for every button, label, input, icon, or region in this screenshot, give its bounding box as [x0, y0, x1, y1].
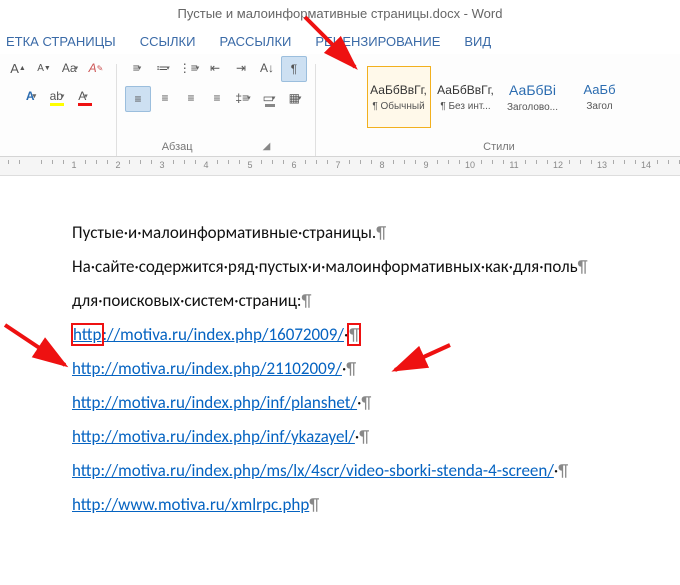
- paragraph[interactable]: http://motiva.ru/index.php/21102009/·¶: [72, 352, 680, 386]
- borders-button[interactable]: ▦▾: [283, 86, 307, 110]
- clear-format-button[interactable]: A✎: [84, 56, 108, 80]
- hyperlink[interactable]: http://motiva.ru/index.php/inf/ykazayel/: [72, 426, 355, 447]
- shading-button[interactable]: ▭▾: [257, 86, 281, 110]
- hyperlink[interactable]: http://www.motiva.ru/xmlrpc.php: [72, 494, 309, 515]
- style-normal[interactable]: АаБбВвГг,¶ Обычный: [367, 66, 431, 128]
- hyperlink[interactable]: http://motiva.ru/index.php/ms/lx/4scr/vi…: [72, 460, 554, 481]
- paragraph[interactable]: Пустые·и·малоинформативные·страницы.¶: [72, 216, 680, 250]
- paragraph[interactable]: http://motiva.ru/index.php/inf/ykazayel/…: [72, 420, 680, 454]
- multilevel-button[interactable]: ⋮≡▾: [177, 56, 201, 80]
- show-pilcrow-button[interactable]: ¶: [281, 56, 307, 82]
- line-spacing-button[interactable]: ‡≡▾: [231, 86, 255, 110]
- style-heading1[interactable]: АаБбВіЗаголово...: [501, 66, 565, 128]
- paragraph[interactable]: http://www.motiva.ru/xmlrpc.php¶: [72, 488, 680, 522]
- highlight-color-bar: [50, 103, 64, 106]
- ruler[interactable]: 123456789101112131415: [0, 157, 680, 176]
- tab-mail[interactable]: РАССЫЛКИ: [219, 34, 291, 49]
- paragraph[interactable]: http://motiva.ru/index.php/16072009/·¶: [72, 318, 680, 352]
- font-group: A▲ A▼ Aa▾ A✎ A▾ ab▾ A▾: [0, 56, 114, 156]
- tab-view[interactable]: ВИД: [464, 34, 491, 49]
- decrease-indent-button[interactable]: ⇤: [203, 56, 227, 80]
- grow-font-button[interactable]: A▲: [6, 56, 30, 80]
- justify-button[interactable]: ≡: [205, 86, 229, 110]
- align-right-button[interactable]: ≡: [179, 86, 203, 110]
- style-heading2[interactable]: АаБбЗагол: [568, 66, 632, 128]
- align-left-button[interactable]: ≡: [125, 86, 151, 112]
- tab-review[interactable]: РЕЦЕНЗИРОВАНИЕ: [315, 34, 440, 49]
- shrink-font-button[interactable]: A▼: [32, 56, 56, 80]
- hyperlink[interactable]: http://motiva.ru/index.php/16072009/: [72, 324, 344, 345]
- tab-page-layout[interactable]: ЕТКА СТРАНИЦЫ: [6, 34, 116, 49]
- paragraph[interactable]: для·поисковых·систем·страниц:¶: [72, 284, 680, 318]
- ribbon: A▲ A▼ Aa▾ A✎ A▾ ab▾ A▾ ≡▾ ≔▾ ⋮≡▾ ⇤ ⇥ A↓: [0, 54, 680, 157]
- increase-indent-button[interactable]: ⇥: [229, 56, 253, 80]
- numbering-button[interactable]: ≔▾: [151, 56, 175, 80]
- bullets-button[interactable]: ≡▾: [125, 56, 149, 80]
- tab-links[interactable]: ССЫЛКИ: [140, 34, 196, 49]
- change-case-button[interactable]: Aa▾: [58, 56, 82, 80]
- paragraph[interactable]: http://motiva.ru/index.php/ms/lx/4scr/vi…: [72, 454, 680, 488]
- document-body[interactable]: Пустые·и·малоинформативные·страницы.¶На·…: [0, 176, 680, 522]
- highlight-button[interactable]: ab▾: [45, 84, 69, 108]
- font-color-bar: [78, 103, 92, 106]
- font-color-button[interactable]: A▾: [71, 84, 95, 108]
- paragraph[interactable]: http://motiva.ru/index.php/inf/planshet/…: [72, 386, 680, 420]
- styles-group-label: Стили: [483, 138, 515, 156]
- window-title: Пустые и малоинформативные страницы.docx…: [0, 0, 680, 28]
- paragraph-group-label: Абзац: [162, 138, 193, 156]
- hyperlink[interactable]: http://motiva.ru/index.php/21102009/: [72, 358, 342, 379]
- style-no-spacing[interactable]: АаБбВвГг,¶ Без инт...: [434, 66, 498, 128]
- styles-group: АаБбВвГг,¶ Обычный АаБбВвГг,¶ Без инт...…: [318, 56, 680, 156]
- align-center-button[interactable]: ≡: [153, 86, 177, 110]
- paragraph-group: ≡▾ ≔▾ ⋮≡▾ ⇤ ⇥ A↓ ¶ ≡ ≡ ≡ ≡ ‡≡▾ ▭▾ ▦▾ Абз…: [119, 56, 313, 156]
- hyperlink[interactable]: http://motiva.ru/index.php/inf/planshet/: [72, 392, 357, 413]
- ribbon-tabs: ЕТКА СТРАНИЦЫ ССЫЛКИ РАССЫЛКИ РЕЦЕНЗИРОВ…: [0, 28, 680, 54]
- text-effects-button[interactable]: A▾: [19, 84, 43, 108]
- paragraph[interactable]: На·сайте·содержится·ряд·пустых·и·малоинф…: [72, 250, 680, 284]
- sort-button[interactable]: A↓: [255, 56, 279, 80]
- paragraph-dialog-launcher[interactable]: ◢: [263, 138, 271, 156]
